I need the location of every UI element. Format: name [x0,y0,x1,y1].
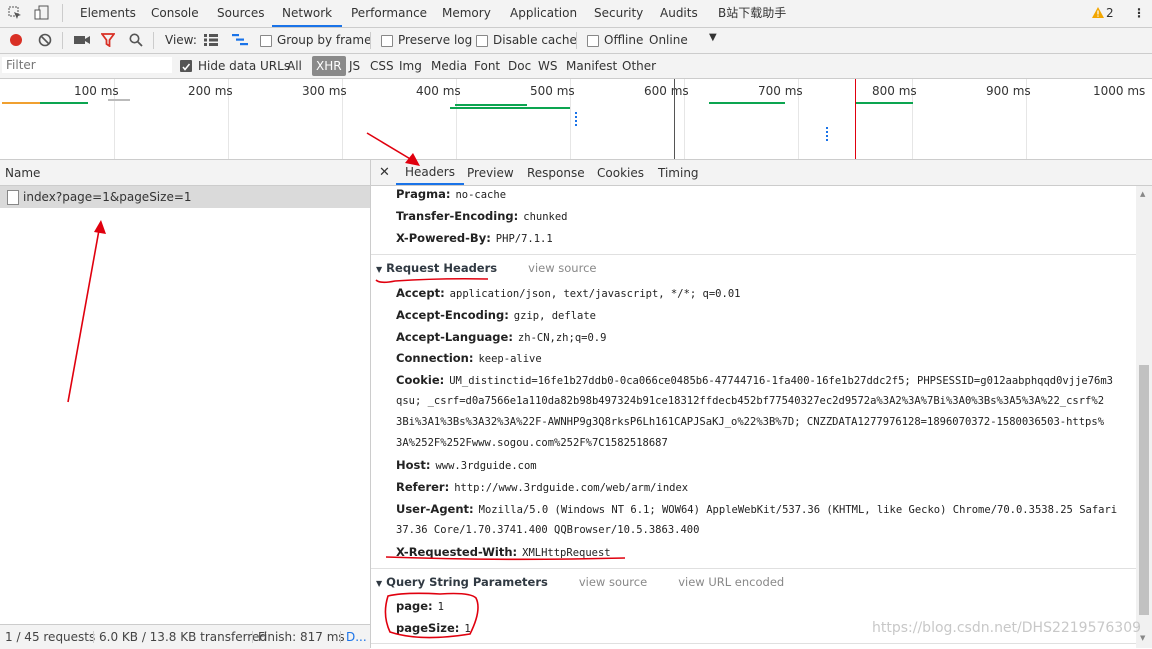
annotation-arrow [67,132,413,403]
annotation-underline [375,277,626,561]
annotation-circle [384,592,479,639]
annotation-arrowhead [94,153,420,234]
annotation-overlay [67,132,626,639]
